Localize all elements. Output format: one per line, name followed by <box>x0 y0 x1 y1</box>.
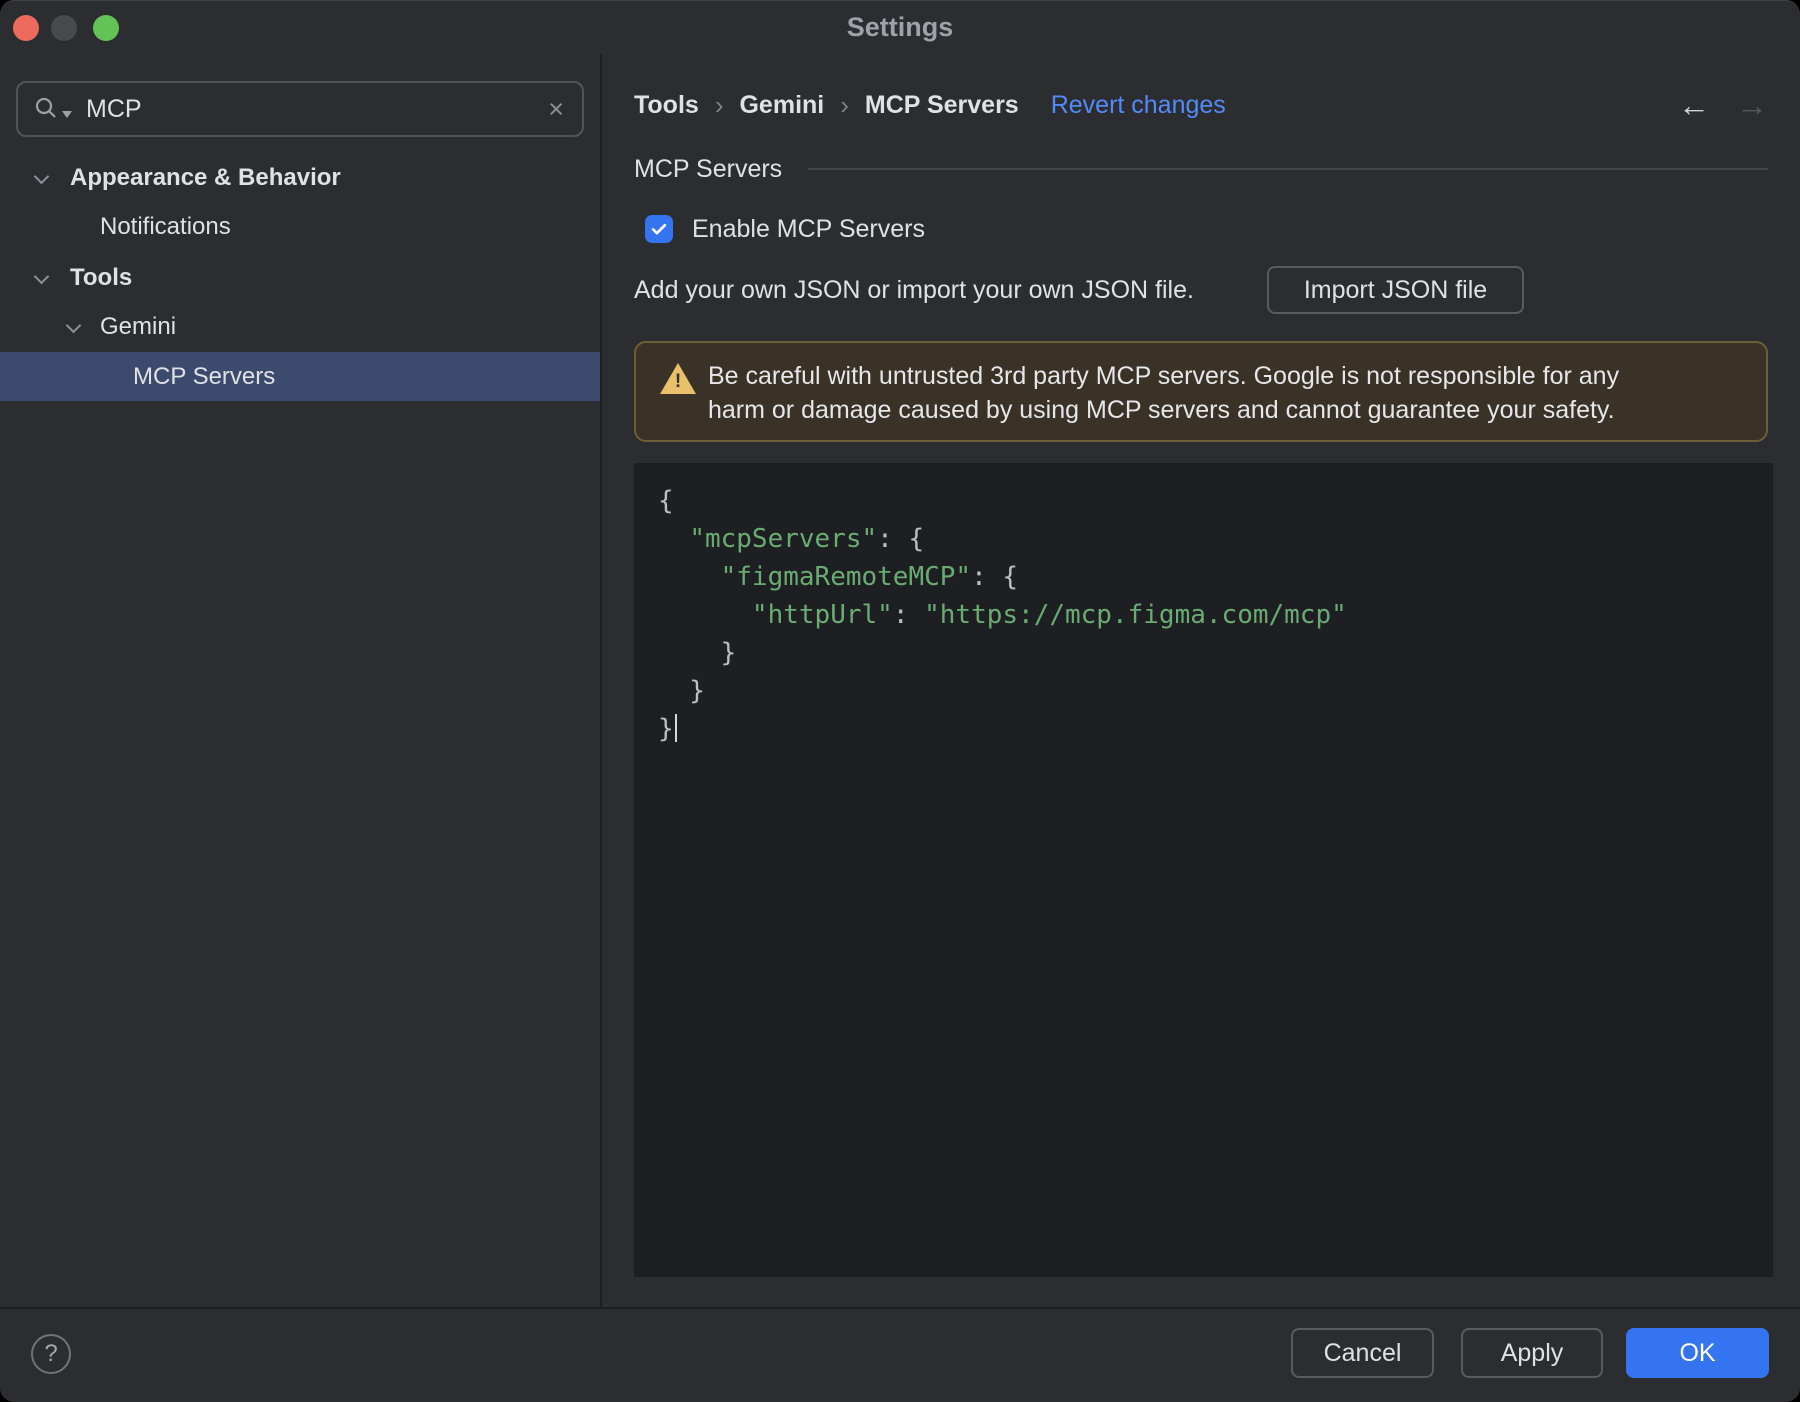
import-json-file-button[interactable]: Import JSON file <box>1267 266 1524 314</box>
window-title: Settings <box>846 12 954 42</box>
breadcrumb-mcp-servers: MCP Servers <box>864 90 1019 119</box>
text-caret <box>674 714 677 742</box>
warning-line-1: Be careful with untrusted 3rd party MCP … <box>708 362 1620 390</box>
chevron-down-icon[interactable] <box>66 320 80 334</box>
code-line: "figmaRemoteMCP": { <box>720 562 1019 592</box>
warning-text: Be careful with untrusted 3rd party MCP … <box>708 359 1619 427</box>
code-line: { <box>658 486 674 516</box>
code-line: "httpUrl": "https://mcp.figma.com/mcp" <box>751 600 1347 630</box>
clear-search-icon[interactable]: × <box>548 94 564 125</box>
sidebar-item-notifications[interactable]: Notifications <box>0 203 600 251</box>
sidebar-item-label: MCP Servers <box>133 362 276 390</box>
breadcrumb-separator: › <box>840 89 849 120</box>
settings-window: Settings MCP × Appearance & Behavior Not… <box>0 0 1800 1402</box>
code-line: } <box>658 710 1749 748</box>
section-header: MCP Servers <box>634 149 1768 189</box>
breadcrumb: Tools › Gemini › MCP Servers Revert chan… <box>634 85 1226 125</box>
section-divider <box>808 168 1768 170</box>
code-line: "mcpServers": { <box>689 524 925 554</box>
sidebar-item-label: Appearance & Behavior <box>70 164 341 191</box>
breadcrumb-tools[interactable]: Tools <box>634 91 699 120</box>
code-line: } <box>658 676 705 706</box>
sidebar-item-gemini[interactable]: Gemini <box>0 303 600 351</box>
search-history-chevron-icon <box>62 111 72 118</box>
sidebar-item-label: Notifications <box>100 213 231 240</box>
checkmark-icon <box>651 223 667 235</box>
code-line: } <box>658 638 737 668</box>
search-value: MCP <box>86 94 142 123</box>
warning-line-2: harm or damage caused by using MCP serve… <box>708 396 1615 424</box>
enable-mcp-servers-row[interactable]: Enable MCP Servers <box>645 215 925 243</box>
sidebar-item-appearance-behavior[interactable]: Appearance & Behavior <box>0 154 600 202</box>
sidebar-item-label: Gemini <box>100 313 177 340</box>
breadcrumb-gemini[interactable]: Gemini <box>739 91 824 120</box>
warning-banner: ! Be careful with untrusted 3rd party MC… <box>634 341 1768 442</box>
footer-bar: ? Cancel Apply OK <box>0 1307 1800 1402</box>
help-button[interactable]: ? <box>31 1334 71 1374</box>
section-title: MCP Servers <box>634 154 783 183</box>
enable-mcp-servers-checkbox[interactable] <box>645 215 673 243</box>
search-input[interactable]: MCP × <box>16 81 584 137</box>
back-arrow-icon[interactable]: ← <box>1678 87 1710 124</box>
code-editor-content: { "mcpServers": { "figmaRemoteMCP": { "h… <box>658 482 1749 748</box>
breadcrumb-separator: › <box>714 89 724 120</box>
apply-button[interactable]: Apply <box>1461 1328 1603 1378</box>
sidebar-item-mcp-servers[interactable]: MCP Servers <box>0 352 600 401</box>
cancel-button[interactable]: Cancel <box>1291 1328 1434 1378</box>
sidebar-item-label: Tools <box>70 264 133 291</box>
enable-mcp-servers-label: Enable MCP Servers <box>692 214 925 243</box>
ok-button[interactable]: OK <box>1626 1328 1769 1378</box>
import-json-description: Add your own JSON or import your own JSO… <box>634 276 1194 304</box>
search-icon <box>34 96 72 122</box>
history-navigation: ← → <box>1678 85 1768 125</box>
sidebar-item-tools[interactable]: Tools <box>0 254 600 302</box>
warning-icon: ! <box>660 363 696 394</box>
mcp-json-editor[interactable]: { "mcpServers": { "figmaRemoteMCP": { "h… <box>634 463 1773 1277</box>
settings-sidebar: MCP × Appearance & Behavior Notification… <box>0 54 600 1307</box>
revert-changes-link[interactable]: Revert changes <box>1051 91 1226 120</box>
sidebar-divider <box>600 54 602 1307</box>
chevron-down-icon[interactable] <box>34 171 48 185</box>
title-bar: Settings <box>0 1 1800 54</box>
chevron-down-icon[interactable] <box>34 271 48 285</box>
forward-arrow-icon: → <box>1736 86 1768 123</box>
